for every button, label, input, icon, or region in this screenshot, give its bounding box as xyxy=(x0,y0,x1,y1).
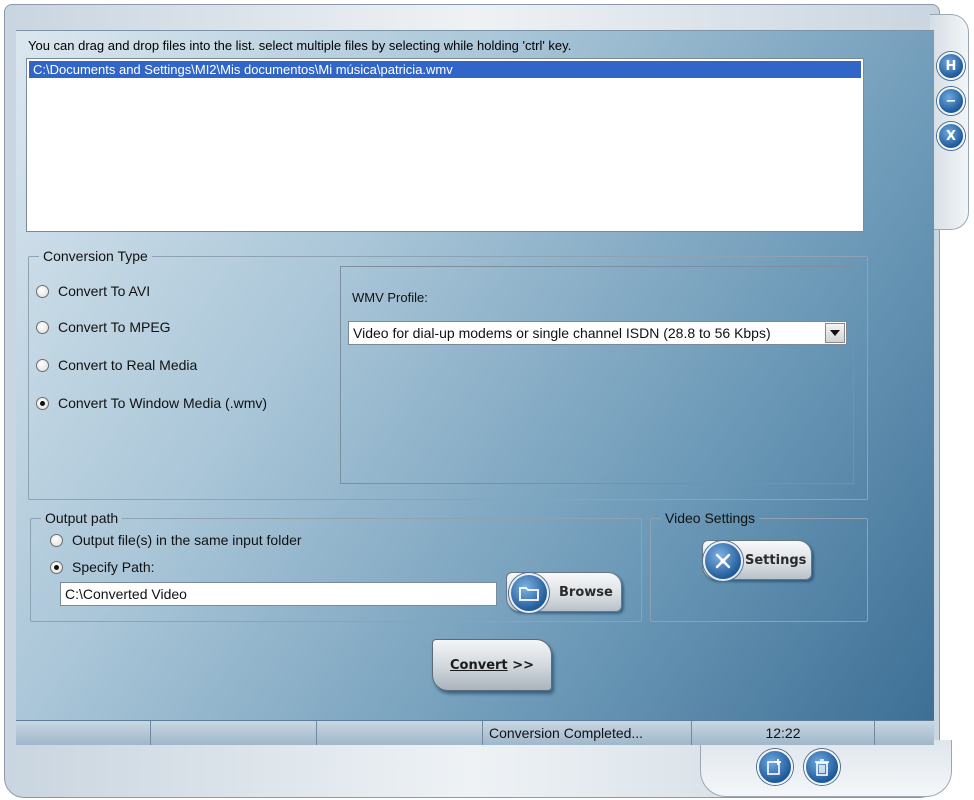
tools-icon xyxy=(703,541,743,581)
file-list-item[interactable]: C:\Documents and Settings\MI2\Mis docume… xyxy=(29,61,861,78)
status-cell xyxy=(875,721,934,745)
minimize-button[interactable]: − xyxy=(937,87,965,115)
radio-convert-mpeg[interactable]: Convert To MPEG xyxy=(36,319,171,335)
radio-dot[interactable] xyxy=(50,533,63,547)
radio-dot[interactable] xyxy=(36,284,49,298)
radio-convert-real-media[interactable]: Convert to Real Media xyxy=(36,357,197,373)
wmv-profile-value: Video for dial-up modems or single chann… xyxy=(353,325,771,341)
convert-label: Convert xyxy=(450,657,508,673)
radio-same-folder[interactable]: Output file(s) in the same input folder xyxy=(50,532,302,548)
browse-button[interactable]: Browse xyxy=(506,572,622,613)
radio-specify-path[interactable]: Specify Path: xyxy=(50,559,155,575)
instruction-text: You can drag and drop files into the lis… xyxy=(28,38,572,53)
status-bar: Conversion Completed... 12:22 xyxy=(16,720,934,745)
file-list[interactable]: C:\Documents and Settings\MI2\Mis docume… xyxy=(26,58,864,232)
browse-label: Browse xyxy=(559,584,613,600)
radio-label: Convert to Real Media xyxy=(58,357,198,373)
radio-convert-avi[interactable]: Convert To AVI xyxy=(36,283,150,299)
settings-label: Settings xyxy=(745,552,807,568)
conversion-type-legend: Conversion Type xyxy=(43,248,148,264)
status-time: 12:22 xyxy=(692,721,875,745)
status-cell xyxy=(151,721,317,745)
settings-button[interactable]: Settings xyxy=(702,540,812,581)
video-settings-legend: Video Settings xyxy=(665,510,756,526)
radio-label: Specify Path: xyxy=(72,559,155,575)
output-path-legend: Output path xyxy=(45,510,119,526)
radio-dot[interactable] xyxy=(36,358,49,372)
status-message: Conversion Completed... xyxy=(483,721,692,745)
wmv-profile-select[interactable]: Video for dial-up modems or single chann… xyxy=(348,321,847,345)
status-cell xyxy=(317,721,483,745)
add-file-icon xyxy=(767,759,781,775)
minimize-icon: − xyxy=(945,93,957,109)
radio-dot[interactable] xyxy=(50,560,63,574)
radio-dot[interactable] xyxy=(36,320,49,334)
add-files-button[interactable] xyxy=(757,749,793,785)
close-button[interactable]: X xyxy=(937,122,965,150)
radio-label: Convert To Window Media (.wmv) xyxy=(58,395,268,411)
convert-button[interactable]: Convert >> xyxy=(432,639,552,691)
convert-arrow: >> xyxy=(512,657,534,673)
radio-label: Convert To AVI xyxy=(58,283,151,299)
help-button[interactable]: H xyxy=(937,52,965,80)
trash-icon xyxy=(815,759,829,776)
radio-label: Output file(s) in the same input folder xyxy=(72,532,302,548)
close-icon: X xyxy=(945,128,957,144)
radio-convert-wmv[interactable]: Convert To Window Media (.wmv) xyxy=(36,395,267,411)
radio-dot[interactable] xyxy=(36,396,49,410)
radio-label: Convert To MPEG xyxy=(58,319,171,335)
chevron-down-icon[interactable] xyxy=(825,323,845,343)
delete-files-button[interactable] xyxy=(804,749,840,785)
output-path-input[interactable]: C:\Converted Video xyxy=(60,582,497,606)
folder-icon xyxy=(509,573,549,613)
help-icon: H xyxy=(945,58,957,74)
wmv-profile-label: WMV Profile: xyxy=(352,290,428,305)
status-cell xyxy=(16,721,151,745)
